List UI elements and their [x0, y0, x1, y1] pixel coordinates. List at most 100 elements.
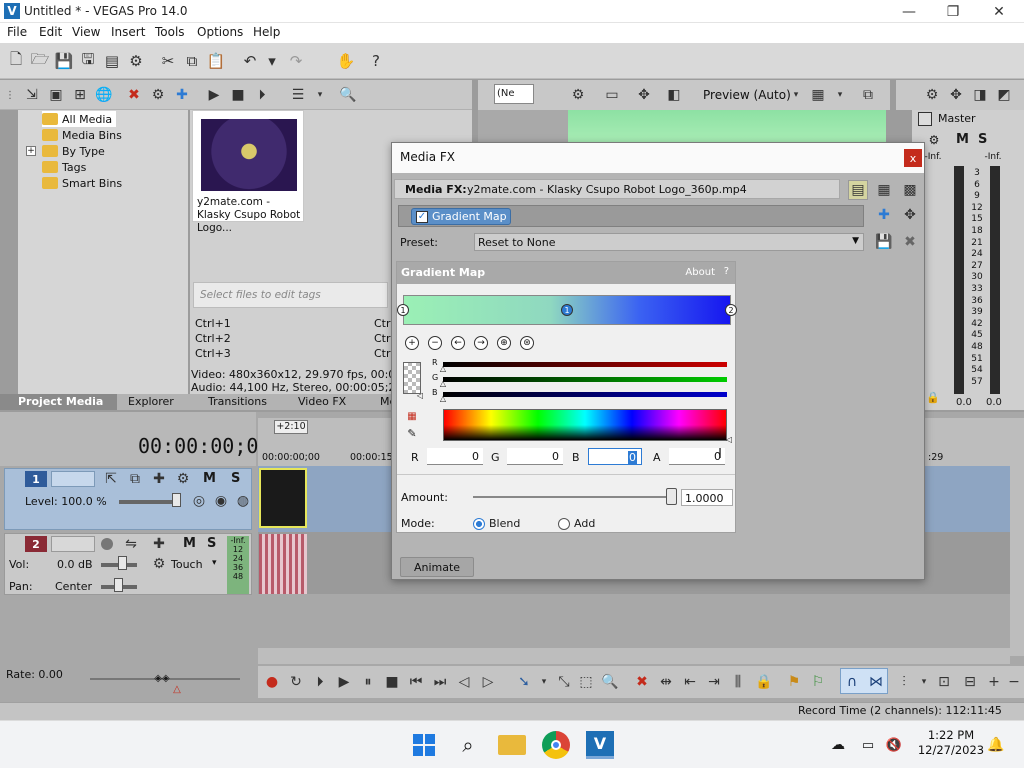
trim-start-icon[interactable]: ⇤ — [680, 672, 700, 692]
track-mute-button[interactable]: M — [183, 536, 196, 551]
channel-g-input[interactable]: 0 — [507, 448, 563, 465]
video-event-clip[interactable] — [259, 468, 307, 528]
track-mute-button[interactable]: M — [203, 471, 216, 486]
grid-dropdown-icon[interactable]: ▾ — [830, 85, 850, 105]
green-slider-thumb[interactable]: △ — [439, 379, 447, 388]
tab-transitions[interactable]: Transitions — [208, 394, 267, 410]
stop-right-icon[interactable]: → — [474, 336, 488, 350]
chrome-icon[interactable] — [542, 731, 570, 759]
trim-end-icon[interactable]: ⇥ — [704, 672, 724, 692]
channel-b-input[interactable]: 0 — [588, 448, 642, 465]
minimize-button[interactable]: — — [886, 0, 932, 23]
mode-add-radio[interactable] — [558, 518, 570, 530]
tree-node-media-bins[interactable]: Media Bins — [42, 127, 122, 143]
tab-video-fx[interactable]: Video FX — [298, 394, 346, 410]
search-icon[interactable]: ⌕ — [454, 731, 482, 759]
preview-properties-icon[interactable]: ⚙ — [568, 85, 588, 105]
audio-event-clip[interactable] — [259, 534, 307, 594]
web-media-globe-icon[interactable]: 🌐 — [94, 85, 114, 105]
animate-button[interactable]: Animate — [400, 557, 474, 577]
render-icon[interactable]: ▤ — [102, 51, 122, 71]
reverse-stops-icon[interactable]: ⊛ — [520, 336, 534, 350]
chain-view-large-icon[interactable]: ▩ — [900, 180, 920, 200]
volume-muted-icon[interactable]: 🔇 — [884, 735, 904, 755]
envelope-tool-icon[interactable]: ⤡ — [554, 672, 574, 692]
split-screen-icon[interactable]: ✥ — [634, 85, 654, 105]
master-mute-button[interactable]: M — [956, 132, 969, 147]
enable-snapping-magnet-icon[interactable]: ∩ — [842, 672, 862, 692]
arm-record-icon[interactable] — [101, 538, 113, 550]
stop-icon[interactable]: ■ — [382, 672, 402, 692]
amount-input[interactable]: 1.0000 — [681, 489, 733, 506]
zoom-out-horizontal-icon[interactable]: − — [1004, 672, 1024, 692]
trim-icon[interactable]: ⇹ — [656, 672, 676, 692]
pause-icon[interactable]: ⏸ — [358, 672, 378, 692]
plugin-help-icon[interactable]: ? — [724, 266, 729, 277]
normal-edit-tool-icon[interactable]: ➘ — [514, 672, 534, 692]
preset-select[interactable]: Reset to None ▼ — [474, 233, 864, 251]
search-icon[interactable]: 🔍 — [338, 85, 358, 105]
import-media-icon[interactable]: ⇲ — [22, 85, 42, 105]
blue-slider[interactable] — [443, 392, 727, 397]
automation-mode[interactable]: Touch — [171, 558, 203, 571]
menu-insert[interactable]: Insert — [111, 25, 145, 39]
external-monitor-icon[interactable]: ▭ — [602, 85, 622, 105]
media-item-thumbnail[interactable]: y2mate.com - Klasky Csupo Robot Logo... — [192, 110, 304, 234]
master-dim-icon[interactable]: ◩ — [994, 85, 1014, 105]
record-icon[interactable]: ● — [262, 672, 282, 692]
eyedropper-icon[interactable]: ✎ — [405, 426, 419, 440]
master-fx-toggle-icon[interactable] — [918, 112, 932, 126]
cut-icon[interactable]: ✂ — [158, 51, 178, 71]
menu-help[interactable]: Help — [253, 25, 280, 39]
about-link[interactable]: About — [685, 267, 715, 278]
parent-composite-icon[interactable]: ◎ — [189, 491, 209, 511]
zoom-tool-icon[interactable]: 🔍 — [600, 672, 620, 692]
remove-plugin-icon[interactable]: ✥ — [900, 205, 920, 225]
enable-snapping-icon[interactable]: ✋ — [336, 51, 356, 71]
next-frame-icon[interactable]: ▷ — [478, 672, 498, 692]
chain-item-gradient-map[interactable]: ✓ Gradient Map — [411, 208, 511, 225]
quality-dropdown-icon[interactable]: ▾ — [786, 85, 806, 105]
go-to-end-icon[interactable]: ⏭ — [430, 672, 450, 692]
get-media-icon[interactable]: ⊞ — [70, 85, 90, 105]
redo-icon[interactable]: ↷ — [286, 51, 306, 71]
distribute-stops-icon[interactable]: ⊕ — [497, 336, 511, 350]
display-icon[interactable]: ▭ — [858, 735, 878, 755]
tags-input[interactable]: Select files to edit tags — [193, 282, 388, 308]
master-properties-icon[interactable]: ⚙ — [922, 85, 942, 105]
gradient-stop-left[interactable]: 1 — [397, 304, 409, 316]
ignore-event-grouping-icon[interactable]: ⊟ — [960, 672, 980, 692]
tree-node-all-media[interactable]: All Media — [42, 111, 117, 127]
lock-icon[interactable]: 🔒 — [926, 390, 940, 404]
file-explorer-icon[interactable] — [498, 735, 526, 755]
copy-snapshot-icon[interactable]: ⧉ — [858, 85, 878, 105]
media-fx-icon[interactable]: ✚ — [172, 85, 192, 105]
grid-icon[interactable]: ▦ — [808, 85, 828, 105]
tree-node-by-type[interactable]: By Type — [42, 143, 105, 159]
invert-phase-icon[interactable]: ⇋ — [121, 534, 141, 554]
auto-crossfade-icon[interactable]: ⋈ — [866, 672, 886, 692]
play-from-start-icon[interactable]: ⏵ — [310, 672, 330, 692]
properties-gear-icon[interactable]: ⚙ — [126, 51, 146, 71]
track-name-field[interactable] — [51, 471, 95, 487]
track-name-field[interactable] — [51, 536, 95, 552]
remove-media-icon[interactable]: ✖ — [124, 85, 144, 105]
dialog-close-button[interactable]: x — [904, 149, 922, 167]
color-spectrum[interactable] — [443, 409, 727, 441]
master-solo-button[interactable]: S — [978, 132, 987, 147]
notification-bell-icon[interactable]: 🔔 — [986, 735, 1006, 755]
loop-playback-icon[interactable]: ↻ — [286, 672, 306, 692]
master-automation-icon[interactable]: ⚙ — [926, 132, 942, 148]
gradient-stop-right[interactable]: 2 — [725, 304, 737, 316]
track-motion-icon[interactable]: ⇱ — [101, 469, 121, 489]
menu-options[interactable]: Options — [197, 25, 243, 39]
lock-icon[interactable]: 🔒 — [754, 672, 774, 692]
add-plugin-icon[interactable]: ✚ — [874, 205, 894, 225]
remove-stop-icon[interactable]: − — [428, 336, 442, 350]
go-to-start-icon[interactable]: ⏮ — [406, 672, 426, 692]
track-automation-gear-icon[interactable]: ⚙ — [173, 469, 193, 489]
menu-view[interactable]: View — [72, 25, 100, 39]
undo-dropdown-icon[interactable]: ▾ — [262, 51, 282, 71]
ripple-dropdown-icon[interactable]: ▾ — [914, 672, 934, 692]
compositing-mode-icon[interactable]: ✚ — [149, 469, 169, 489]
